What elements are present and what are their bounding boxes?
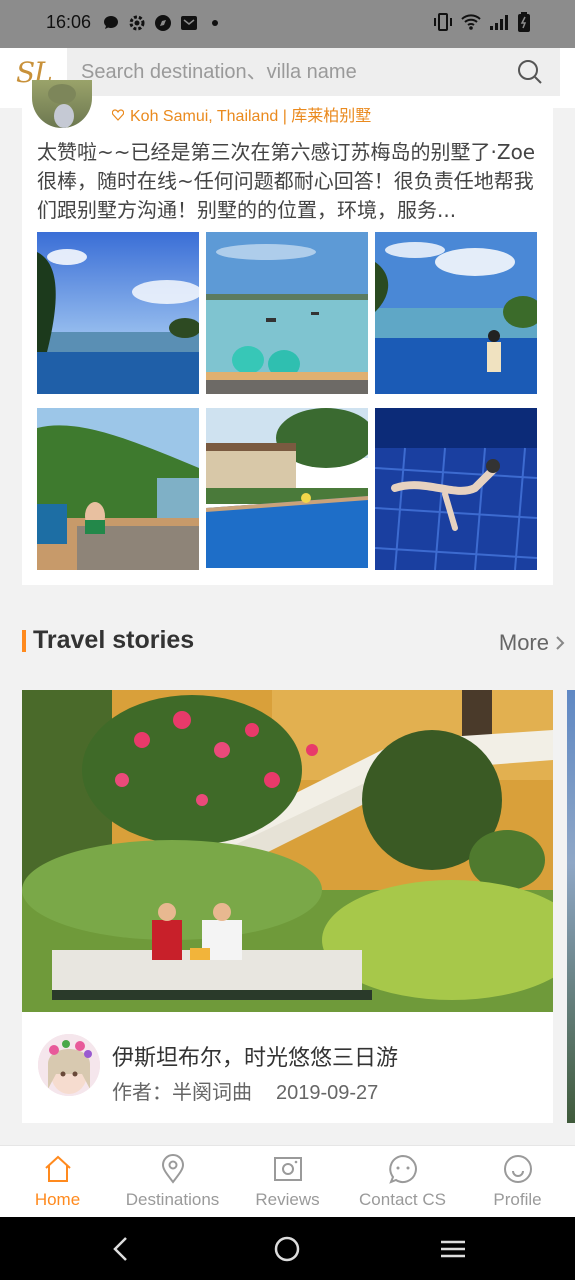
tab-destinations[interactable]: Destinations xyxy=(115,1146,230,1217)
status-time: 16:06 xyxy=(46,12,92,32)
battery-icon xyxy=(518,12,530,32)
mail-icon xyxy=(181,16,197,30)
story-title[interactable]: 伊斯坦布尔，时光悠悠三日游 xyxy=(112,1040,398,1072)
tab-label: Home xyxy=(34,1190,81,1209)
story-image[interactable] xyxy=(22,690,553,1012)
tab-label: Destinations xyxy=(125,1190,220,1209)
review-photo[interactable] xyxy=(37,232,199,394)
section-title: Travel stories xyxy=(33,626,195,654)
tab-contact-cs[interactable]: Contact CS xyxy=(345,1146,460,1217)
settings-icon xyxy=(129,15,145,31)
signal-icon xyxy=(490,15,508,30)
reviewer-avatar[interactable] xyxy=(32,80,92,128)
story-card[interactable]: 伊斯坦布尔，时光悠悠三日游 作者：半阕词曲 2019-09-27 xyxy=(22,690,553,1123)
story-meta: 作者：半阕词曲 2019-09-27 xyxy=(112,1076,378,1105)
vibrate-icon xyxy=(434,13,452,31)
more-label: More xyxy=(498,630,549,655)
review-photo[interactable] xyxy=(37,408,199,570)
wifi-icon xyxy=(461,14,481,30)
profile-icon xyxy=(503,1155,532,1183)
home-circle-icon[interactable] xyxy=(271,1233,303,1265)
dot-icon xyxy=(212,20,218,26)
travel-stories-header: Travel stories More xyxy=(22,624,565,664)
location-pin-icon xyxy=(161,1154,184,1184)
review-location-text: Koh Samui, Thailand | 库莱柏别墅 xyxy=(130,108,372,125)
message-icon xyxy=(104,16,118,29)
story-author: 作者：半阕词曲 xyxy=(112,1080,252,1104)
author-avatar[interactable] xyxy=(38,1034,100,1096)
home-icon xyxy=(44,1155,71,1182)
heart-outline-icon xyxy=(112,109,124,121)
story-date: 2019-09-27 xyxy=(276,1082,379,1104)
tab-label: Contact CS xyxy=(359,1190,446,1209)
chat-bubble-icon xyxy=(388,1154,417,1184)
recents-icon[interactable] xyxy=(437,1233,469,1265)
status-bar: 16:06 xyxy=(0,0,575,48)
camera-icon xyxy=(273,1157,302,1181)
tab-profile[interactable]: Profile xyxy=(460,1146,575,1217)
next-story-card-peek[interactable] xyxy=(567,690,575,1123)
tab-home[interactable]: Home xyxy=(0,1146,115,1217)
review-photo[interactable] xyxy=(206,232,368,394)
tab-label: Profile xyxy=(493,1190,542,1209)
chevron-right-icon xyxy=(556,636,565,650)
system-nav-bar xyxy=(0,1217,575,1280)
review-card[interactable]: Koh Samui, Thailand | 库莱柏别墅 太赞啦~~已经是第三次在… xyxy=(22,80,553,585)
more-link[interactable]: More xyxy=(499,630,565,656)
bottom-tab-bar: Home Destinations Reviews Contact CS Pro… xyxy=(0,1145,575,1217)
review-text[interactable]: 太赞啦~~已经是第三次在第六感订苏梅岛的别墅了·Zoe很棒，随时在线~任何问题都… xyxy=(37,138,542,225)
section-accent-bar xyxy=(22,630,26,652)
search-input[interactable] xyxy=(81,58,501,86)
compass-icon xyxy=(155,15,171,31)
review-photo[interactable] xyxy=(375,232,537,394)
review-photo[interactable] xyxy=(375,408,537,570)
review-photo[interactable] xyxy=(206,408,368,570)
search-bar[interactable] xyxy=(67,48,560,96)
search-icon[interactable] xyxy=(516,58,544,86)
tab-label: Reviews xyxy=(255,1190,320,1209)
tab-reviews[interactable]: Reviews xyxy=(230,1146,345,1217)
review-location[interactable]: Koh Samui, Thailand | 库莱柏别墅 xyxy=(112,102,371,126)
back-icon[interactable] xyxy=(105,1233,137,1265)
